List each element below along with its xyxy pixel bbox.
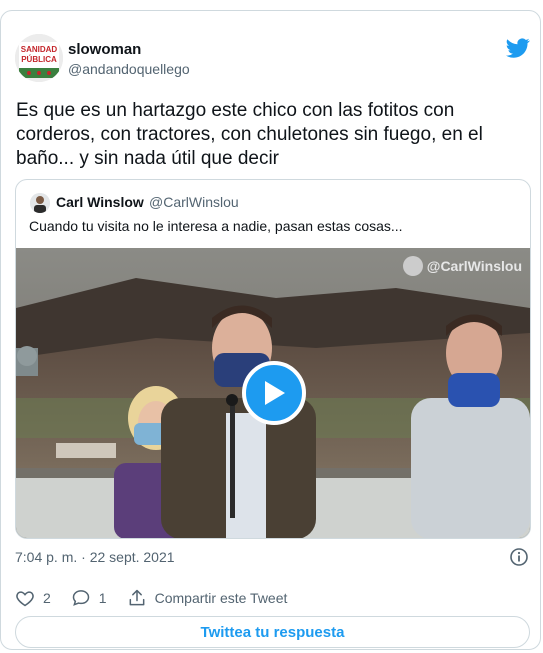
reply-bubble-icon: [72, 590, 90, 606]
author-name[interactable]: slowoman: [68, 41, 141, 58]
like-button[interactable]: 2: [15, 588, 51, 608]
watermark-text: @CarlWinslou: [426, 258, 522, 274]
play-button[interactable]: [242, 361, 306, 425]
avatar-image: SANIDAD PÚBLICA: [15, 34, 63, 82]
reply-action-button[interactable]: 1: [71, 588, 107, 608]
quoted-author-avatar[interactable]: [30, 193, 50, 213]
author-handle[interactable]: @andandoquellego: [68, 61, 190, 77]
quoted-tweet-text: Cuando tu visita no le interesa a nadie,…: [29, 218, 403, 234]
tweet-text: Es que es un hartazgo este chico con las…: [16, 100, 483, 169]
reply-button[interactable]: Twittea tu respuesta: [15, 616, 530, 648]
share-icon: [129, 589, 145, 606]
author-avatar[interactable]: SANIDAD PÚBLICA: [15, 34, 63, 82]
video-watermark: @CarlWinslou: [402, 256, 522, 276]
tweet-card: SANIDAD PÚBLICA slowoman @andandoquelleg…: [0, 10, 541, 650]
tweet-timestamp[interactable]: 7:04 p. m. · 22 sept. 2021: [15, 549, 175, 565]
quoted-author-handle[interactable]: @CarlWinslou: [149, 194, 239, 210]
avatar-text-bottom: PÚBLICA: [21, 55, 57, 64]
twitter-bird-icon[interactable]: [506, 36, 530, 60]
quoted-tweet[interactable]: Carl Winslow @CarlWinslou Cuando tu visi…: [15, 179, 531, 539]
avatar-text-top: SANIDAD: [21, 45, 58, 54]
watermark-avatar: [402, 256, 423, 276]
video-thumbnail[interactable]: @CarlWinslou: [16, 248, 530, 538]
play-icon: [265, 381, 285, 405]
info-icon[interactable]: [509, 547, 529, 567]
heart-icon: [16, 591, 34, 607]
tweet-actions: 2 1 Compartir este Tweet: [15, 587, 307, 609]
reply-count: 1: [98, 590, 107, 606]
like-count: 2: [43, 590, 51, 606]
share-label: Compartir este Tweet: [154, 590, 288, 606]
quoted-author-name[interactable]: Carl Winslow: [56, 194, 144, 210]
share-button[interactable]: Compartir este Tweet: [127, 588, 288, 608]
